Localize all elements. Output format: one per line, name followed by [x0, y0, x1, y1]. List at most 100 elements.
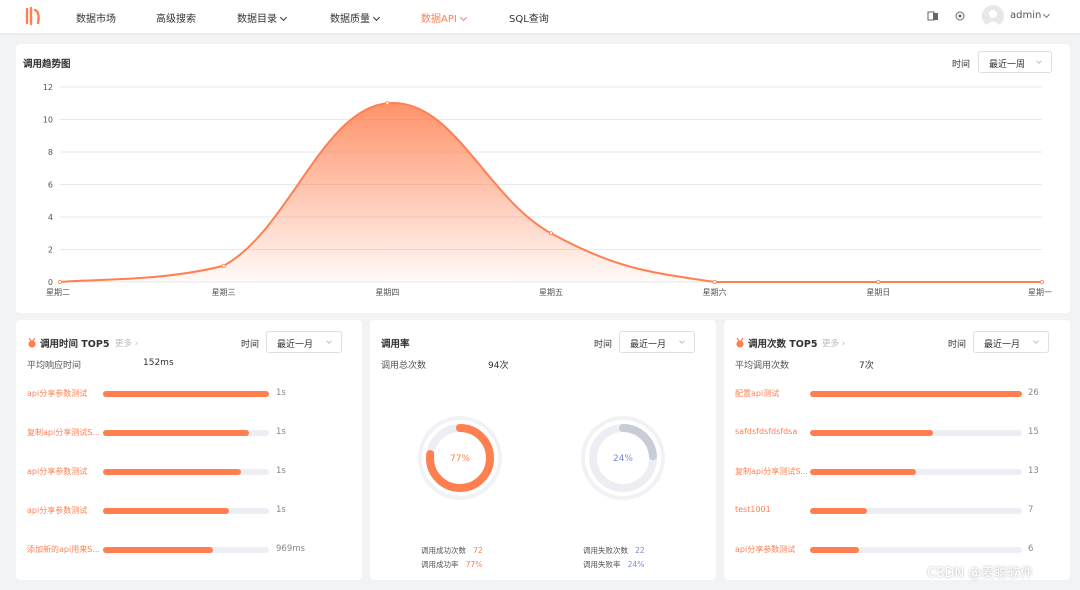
fail-rate: 调用失败率 24%: [583, 560, 645, 569]
rate-title: 调用率: [381, 339, 410, 350]
time-top5-time-select[interactable]: 最近一月: [266, 331, 342, 353]
medal-icon: [28, 338, 36, 348]
trend-point: [58, 279, 63, 284]
avg-calls-value: 7次: [859, 361, 874, 371]
trend-chart: 0 2 4 6 8 10 12 星期二 星期三 星期四 星期五 星期六 星期日 星期一: [43, 83, 1052, 297]
rank-value: 7: [1028, 505, 1034, 515]
fail-percent: 24%: [613, 454, 633, 464]
y-tick-label: 12: [43, 83, 53, 92]
rank-row: api分享参数测试 1s: [16, 466, 362, 480]
nav-data-api[interactable]: 数据API: [421, 10, 467, 25]
rank-track: [103, 430, 269, 436]
top-navbar: 数据市场 高级搜索 数据目录 数据质量 数据API SQL查询 admin: [0, 0, 1080, 33]
rank-bar: [810, 508, 867, 514]
translate-icon[interactable]: [927, 10, 939, 22]
rank-name[interactable]: safdsfdsfdsfdsa: [735, 427, 811, 436]
app-logo[interactable]: [24, 6, 44, 26]
rank-name[interactable]: test1001: [735, 505, 811, 514]
y-tick-label: 4: [48, 213, 53, 222]
rate-time-label: 时间: [594, 340, 613, 350]
rank-bar: [103, 547, 213, 553]
y-tick-label: 10: [43, 116, 53, 125]
rank-track: [810, 547, 1022, 553]
x-tick-label: 星期四: [375, 288, 399, 297]
rate-time-select-value: 最近一月: [630, 340, 667, 350]
trend-card: 调用趋势图 时间 最近一周 0 2 4 6 8 10 12 星期二 星期三 星期四 星期五 星期六 星期…: [16, 44, 1070, 313]
trend-point: [876, 279, 881, 284]
rank-name[interactable]: 添加新的api用来S...: [27, 544, 103, 555]
time-top5-time-select-value: 最近一月: [277, 340, 314, 350]
rank-name[interactable]: 复制api分享测试S...: [27, 427, 103, 438]
rank-track: [103, 391, 269, 397]
rank-bar: [103, 508, 229, 514]
success-percent: 77%: [450, 454, 470, 464]
nav-data-quality[interactable]: 数据质量: [330, 10, 381, 25]
x-tick-label: 星期五: [539, 288, 563, 297]
fail-donut: 24%: [581, 416, 665, 500]
total-calls-label: 调用总次数: [381, 361, 427, 371]
rank-track: [810, 469, 1022, 475]
nav-sql-query[interactable]: SQL查询: [509, 10, 549, 25]
rank-bar: [810, 469, 916, 475]
rank-track: [103, 469, 269, 475]
y-tick-label: 6: [48, 181, 53, 190]
rank-row: safdsfdsfdsfdsa 15: [724, 427, 1070, 441]
avg-response-value: 152ms: [143, 358, 174, 368]
nav-data-market[interactable]: 数据市场: [76, 10, 116, 25]
settings-icon[interactable]: [954, 10, 966, 22]
rank-bar: [810, 391, 1022, 397]
rank-row: 复制api分享测试S... 13: [724, 466, 1070, 480]
rank-name[interactable]: 配置api测试: [735, 388, 811, 399]
rank-track: [810, 430, 1022, 436]
rank-row: 添加新的api用来S... 969ms: [16, 544, 362, 558]
total-calls-value: 94次: [488, 361, 509, 371]
rank-row: api分享参数测试 1s: [16, 505, 362, 519]
chevron-down-icon: [372, 13, 381, 22]
rank-value: 6: [1028, 544, 1034, 554]
rank-name[interactable]: api分享参数测试: [27, 505, 103, 516]
time-top5-time-label: 时间: [241, 340, 260, 350]
y-tick-label: 8: [48, 148, 53, 157]
trend-point: [712, 279, 717, 284]
nav-data-catalog[interactable]: 数据目录: [237, 10, 288, 25]
time-top5-more-link[interactable]: 更多 ›: [115, 337, 138, 349]
rate-time-select[interactable]: 最近一月: [619, 331, 695, 353]
chevron-down-icon: [679, 338, 685, 344]
rank-value: 1s: [276, 505, 286, 515]
rank-value: 26: [1028, 388, 1039, 398]
rank-name[interactable]: api分享参数测试: [27, 466, 103, 477]
chevron-down-icon: [326, 338, 332, 344]
success-donut: 77%: [418, 416, 502, 500]
trend-point: [385, 101, 390, 106]
rank-bar: [810, 547, 859, 553]
user-name[interactable]: admin: [1010, 10, 1041, 21]
chevron-down-icon[interactable]: [1042, 10, 1051, 19]
rank-bar: [103, 391, 269, 397]
rank-value: 1s: [276, 388, 286, 398]
count-top5-card: 调用次数 TOP5 更多 › 时间 最近一月 平均调用次数 7次 配置api测试…: [724, 320, 1070, 580]
rank-row: api分享参数测试 6: [724, 544, 1070, 558]
rank-name[interactable]: api分享参数测试: [27, 388, 103, 399]
x-tick-label: 星期三: [212, 288, 236, 297]
x-tick-label: 星期一: [1028, 288, 1052, 297]
rate-card: 调用率 时间 最近一月 调用总次数 94次 77% 24% 调用成功次数 72 …: [370, 320, 716, 580]
avatar[interactable]: [982, 5, 1004, 27]
time-top5-title: 调用时间 TOP5: [27, 336, 109, 350]
chevron-down-icon: [459, 13, 467, 22]
x-tick-label: 星期二: [46, 288, 70, 297]
rank-row: 复制api分享测试S... 1s: [16, 427, 362, 441]
chevron-down-icon: [279, 13, 288, 22]
success-rate: 调用成功率 77%: [421, 560, 483, 569]
trend-point: [221, 263, 226, 268]
rank-track: [103, 547, 269, 553]
trend-point: [1040, 279, 1045, 284]
rank-name[interactable]: 复制api分享测试S...: [735, 466, 811, 477]
count-top5-time-select[interactable]: 最近一月: [973, 331, 1049, 353]
rank-name[interactable]: api分享参数测试: [735, 544, 811, 555]
nav-advanced-search[interactable]: 高级搜索: [156, 10, 196, 25]
fail-count: 调用失败次数 22: [583, 546, 645, 555]
count-top5-more-link[interactable]: 更多 ›: [822, 337, 845, 349]
y-tick-label: 0: [48, 278, 53, 287]
rank-value: 1s: [276, 466, 286, 476]
rank-track: [103, 508, 269, 514]
